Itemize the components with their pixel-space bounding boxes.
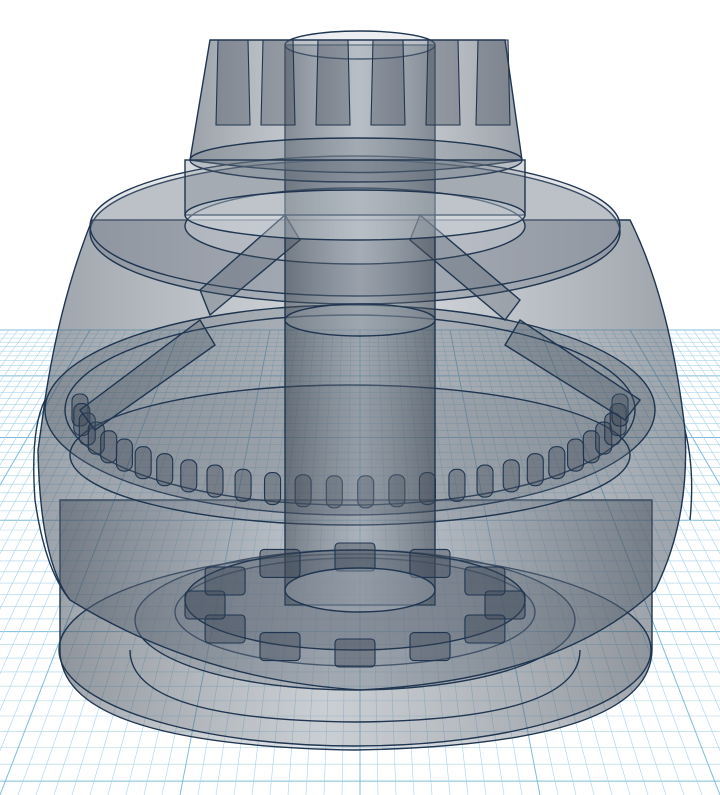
crown-tooth	[548, 446, 566, 480]
crown-tooth	[100, 430, 118, 464]
spur-tooth	[259, 548, 301, 578]
crown-tooth	[476, 464, 494, 498]
crown-tooth	[115, 438, 133, 472]
top-knob	[184, 39, 526, 241]
knob-rib	[475, 39, 511, 126]
spur-tooth	[464, 614, 506, 644]
crown-tooth	[134, 446, 152, 480]
crown-tooth	[448, 468, 466, 502]
gear-assembly-model[interactable]	[33, 30, 693, 751]
spur-tooth	[334, 638, 376, 668]
knob-rib	[370, 39, 406, 126]
crown-tooth	[206, 464, 224, 498]
crown-tooth	[526, 453, 544, 487]
knob-rib	[425, 39, 461, 126]
crown-tooth	[156, 453, 174, 487]
3d-viewport[interactable]	[0, 0, 720, 795]
scene-svg[interactable]	[0, 0, 720, 795]
crown-tooth	[264, 472, 282, 506]
crown-tooth	[502, 459, 520, 493]
crown-tooth	[234, 468, 252, 502]
crown-tooth	[180, 459, 198, 493]
spur-tooth	[204, 566, 246, 596]
crown-tooth	[567, 438, 585, 472]
spur-tooth	[464, 566, 506, 596]
knob-rib	[260, 39, 296, 126]
spur-tooth	[259, 632, 301, 662]
spur-tooth	[334, 542, 376, 572]
knob-rib	[315, 39, 351, 126]
knob-rib	[215, 39, 251, 126]
spur-tooth	[409, 548, 451, 578]
spur-tooth	[409, 632, 451, 662]
